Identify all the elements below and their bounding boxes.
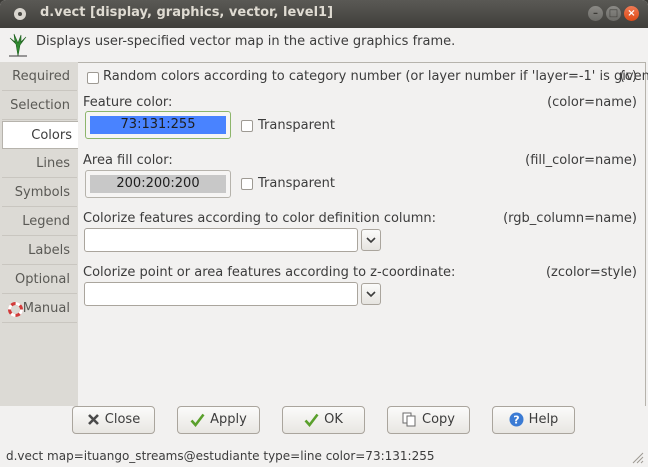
tab-label: Legend xyxy=(22,214,70,229)
grass-logo-icon xyxy=(9,33,27,57)
tab-symbols[interactable]: Symbols xyxy=(2,179,77,207)
tab-optional[interactable]: Optional xyxy=(2,266,77,294)
tab-label: Lines xyxy=(36,156,70,171)
tab-label: Symbols xyxy=(14,185,70,200)
tab-label: Labels xyxy=(28,243,70,258)
tab-label: Manual xyxy=(22,301,70,316)
copy-button[interactable]: Copy xyxy=(387,406,470,434)
random-colors-flag: (c) xyxy=(619,69,637,84)
tab-label: Selection xyxy=(10,98,70,113)
module-header: Displays user-specified vector map in th… xyxy=(0,28,648,62)
chevron-down-icon xyxy=(366,291,376,298)
fill-transparent-checkbox[interactable] xyxy=(241,178,253,190)
title-bar: d.vect [display, graphics, vector, level… xyxy=(0,0,648,28)
rgb-column-label: Colorize features according to color def… xyxy=(83,211,437,226)
tab-manual[interactable]: Manual xyxy=(2,295,77,323)
rgb-column-dropdown-button[interactable] xyxy=(361,229,381,251)
zcolor-input[interactable] xyxy=(84,282,358,306)
checkmark-icon xyxy=(304,413,319,427)
chevron-down-icon xyxy=(366,237,376,244)
colors-panel: Random colors according to category numb… xyxy=(78,62,648,406)
feature-color-param: (color=name) xyxy=(547,95,637,110)
command-preview: d.vect map=ituango_streams@estudiante ty… xyxy=(6,449,435,463)
tab-label: Optional xyxy=(15,272,70,287)
fill-color-picker[interactable]: 200:200:200 xyxy=(85,170,231,198)
apply-button-label: Apply xyxy=(210,412,247,427)
zcolor-label: Colorize point or area features accordin… xyxy=(83,265,456,280)
fill-color-swatch: 200:200:200 xyxy=(90,175,226,193)
checkmark-icon xyxy=(190,413,205,427)
help-icon: ? xyxy=(509,412,524,427)
feature-transparent-checkbox[interactable] xyxy=(241,120,253,132)
feature-color-picker[interactable]: 73:131:255 xyxy=(85,111,231,139)
svg-text:?: ? xyxy=(513,414,519,427)
rgb-column-input[interactable] xyxy=(84,228,358,252)
fill-color-label: Area fill color: xyxy=(83,153,173,168)
copy-icon xyxy=(402,412,416,427)
dialog-window: d.vect [display, graphics, vector, level… xyxy=(0,0,648,467)
tab-selection[interactable]: Selection xyxy=(2,92,77,120)
feature-transparent-label: Transparent xyxy=(258,118,335,133)
feature-color-swatch: 73:131:255 xyxy=(90,116,226,134)
close-window-button[interactable]: × xyxy=(624,6,639,21)
minimize-button[interactable]: – xyxy=(588,6,603,21)
tab-labels[interactable]: Labels xyxy=(2,237,77,265)
maximize-button[interactable]: □ xyxy=(606,6,621,21)
tab-lines[interactable]: Lines xyxy=(2,150,77,178)
copy-button-label: Copy xyxy=(422,412,455,427)
help-button-label: Help xyxy=(528,412,559,427)
feature-color-label: Feature color: xyxy=(83,95,173,110)
close-button[interactable]: Close xyxy=(72,406,155,434)
random-colors-checkbox[interactable] xyxy=(87,72,99,84)
close-button-label: Close xyxy=(104,412,141,427)
apply-button[interactable]: Apply xyxy=(177,406,260,434)
resize-grip-icon[interactable] xyxy=(630,450,644,464)
help-button[interactable]: ? Help xyxy=(492,406,575,434)
close-icon xyxy=(87,414,99,425)
zcolor-param: (zcolor=style) xyxy=(545,265,637,280)
window-menu-icon[interactable] xyxy=(14,8,26,20)
module-description: Displays user-specified vector map in th… xyxy=(36,34,456,49)
fill-color-param: (fill_color=name) xyxy=(525,153,637,168)
tab-legend[interactable]: Legend xyxy=(2,208,77,236)
tab-label: Colors xyxy=(31,128,72,143)
ok-button-label: OK xyxy=(324,412,343,427)
tab-label: Required xyxy=(12,69,70,84)
fill-transparent-label: Transparent xyxy=(258,176,335,191)
random-colors-label: Random colors according to category numb… xyxy=(103,69,648,84)
tab-required[interactable]: Required xyxy=(2,63,77,91)
ok-button[interactable]: OK xyxy=(282,406,365,434)
lifebuoy-icon xyxy=(8,302,23,317)
status-bar: d.vect map=ituango_streams@estudiante ty… xyxy=(0,446,648,467)
window-title: d.vect [display, graphics, vector, level… xyxy=(40,5,334,20)
tab-list: Required Selection Colors Lines Symbols … xyxy=(0,62,79,406)
tab-colors[interactable]: Colors xyxy=(2,121,79,149)
zcolor-dropdown-button[interactable] xyxy=(361,283,381,305)
rgb-column-param: (rgb_column=name) xyxy=(503,211,637,226)
